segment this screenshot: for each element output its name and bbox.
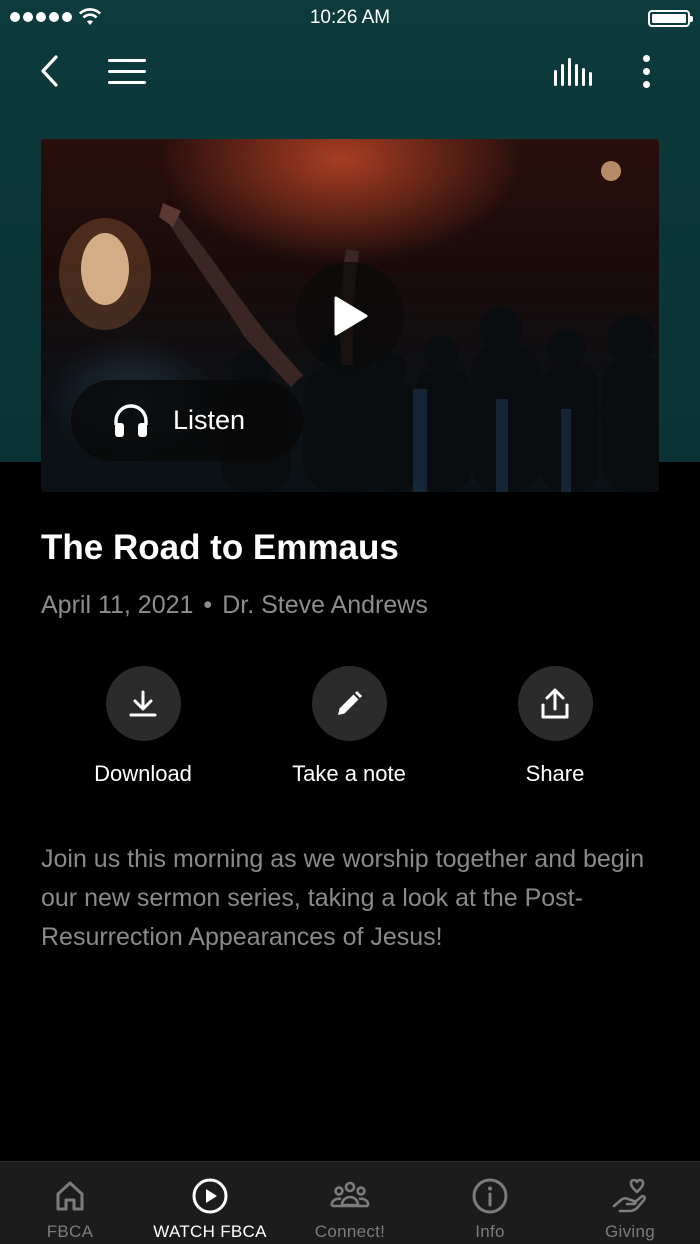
group-icon [330, 1181, 370, 1208]
tab-label: Info [475, 1222, 505, 1241]
tab-fbca[interactable]: FBCA [0, 1162, 140, 1244]
download-circle[interactable] [105, 666, 181, 741]
battery-icon [648, 10, 693, 27]
tab-label: WATCH FBCA [153, 1222, 267, 1241]
info-icon [472, 1178, 508, 1214]
take-note-label: Take a note [292, 761, 406, 786]
play-circle-icon [192, 1178, 228, 1214]
sermon-speaker: Dr. Steve Andrews [222, 591, 428, 619]
hand-heart-icon [612, 1178, 646, 1213]
status-time: 10:26 AM [309, 7, 391, 28]
status-bar: 10:26 AM [0, 0, 700, 36]
sermon-description: Join us this morning as we worship toget… [41, 845, 645, 951]
listen-button[interactable]: Listen [71, 380, 303, 461]
tab-info[interactable]: Info [420, 1162, 560, 1244]
play-icon [334, 296, 368, 336]
share-button[interactable]: Share [465, 666, 645, 787]
download-icon [129, 690, 157, 716]
audio-bars-icon[interactable] [548, 56, 596, 90]
share-circle[interactable] [517, 666, 593, 741]
download-label: Download [94, 761, 192, 786]
share-label: Share [525, 761, 585, 786]
vertical-dots-icon[interactable] [634, 52, 660, 92]
chevron-left-icon[interactable] [34, 52, 70, 90]
download-button[interactable]: Download [53, 666, 233, 787]
tab-watch-fbca[interactable]: WATCH FBCA [140, 1162, 280, 1244]
meta-separator: • [203, 591, 213, 619]
sermon-date: April 11, 2021 [41, 591, 194, 619]
tab-label: Giving [605, 1222, 655, 1241]
sermon-hero-image[interactable]: Listen [41, 139, 659, 492]
sermon-actions: Download Take a note Share [0, 666, 700, 796]
share-icon [541, 688, 569, 718]
listen-label: Listen [173, 405, 246, 435]
headphones-icon [114, 403, 148, 437]
pencil-icon [338, 690, 362, 715]
sermon-meta: April 11, 2021 • Dr. Steve Andrews [41, 591, 428, 620]
take-note-button[interactable]: Take a note [259, 666, 439, 787]
hamburger-menu-icon[interactable] [106, 56, 150, 88]
home-icon [56, 1181, 84, 1211]
play-button[interactable] [296, 262, 404, 370]
tab-giving[interactable]: Giving [560, 1162, 700, 1244]
take-note-circle[interactable] [311, 666, 387, 741]
tab-label: FBCA [46, 1222, 94, 1241]
tab-label: Connect! [314, 1222, 386, 1241]
tab-connect[interactable]: Connect! [280, 1162, 420, 1244]
bottom-tab-bar: FBCA WATCH FBCA Connect! Info Giving [0, 1161, 700, 1244]
sermon-title: The Road to Emmaus [41, 528, 399, 567]
